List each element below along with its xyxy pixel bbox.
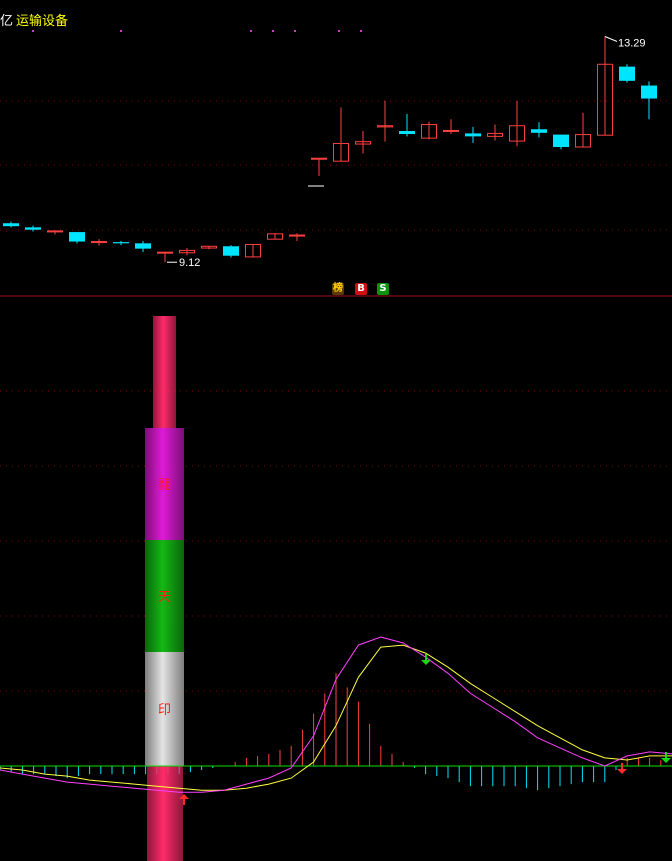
high-price-label: 13.29 <box>618 38 646 50</box>
sell-arrowhead-icon <box>617 769 627 774</box>
stock-chart: 13.29 9.12 翻天印 <box>0 30 672 861</box>
candle-body-up <box>443 129 459 132</box>
candle-body-down <box>223 246 239 256</box>
candle-body-down <box>399 131 415 134</box>
candle-body-down <box>3 223 19 227</box>
pillar-segment <box>147 766 183 861</box>
candle-body-down <box>25 227 41 230</box>
sell-arrowhead-icon <box>421 660 431 665</box>
pillar-label: 翻 <box>158 478 171 493</box>
sell-marker-icon[interactable]: S <box>377 283 389 295</box>
chart-header: 亿运输设备 <box>0 10 68 29</box>
candle-body-up <box>47 230 63 233</box>
pillar-label: 天 <box>158 590 171 605</box>
sector-name: 运输设备 <box>16 14 69 29</box>
candle-body-down <box>135 243 151 249</box>
candle-body-down <box>553 134 569 147</box>
top-dot-marker <box>272 30 274 32</box>
top-dot-marker <box>294 30 296 32</box>
top-dot-marker <box>338 30 340 32</box>
candle-body-down <box>531 129 547 133</box>
top-dot-marker <box>120 30 122 32</box>
pillar-label: 印 <box>158 703 171 718</box>
top-dot-marker <box>32 30 34 32</box>
buy-marker-icon[interactable]: B <box>355 283 367 295</box>
pillar-segment <box>153 316 176 428</box>
rank-marker-icon[interactable]: 榜 <box>332 283 344 295</box>
candle-body-down <box>69 232 85 242</box>
candle-body-up <box>91 241 107 244</box>
candle-body-up <box>311 157 327 160</box>
header-prefix: 亿 <box>0 14 14 29</box>
candle-body-down <box>619 66 635 81</box>
low-price-label: 9.12 <box>179 257 200 269</box>
top-dot-marker <box>360 30 362 32</box>
top-dot-marker <box>250 30 252 32</box>
candle-body-up <box>289 234 305 237</box>
candle-body-down <box>641 85 657 99</box>
candle-body-down <box>113 242 129 244</box>
candle-body-down <box>465 133 481 137</box>
candle-body-up <box>157 251 173 254</box>
sell-arrowhead-icon <box>661 758 671 763</box>
high-pointer <box>604 36 618 42</box>
